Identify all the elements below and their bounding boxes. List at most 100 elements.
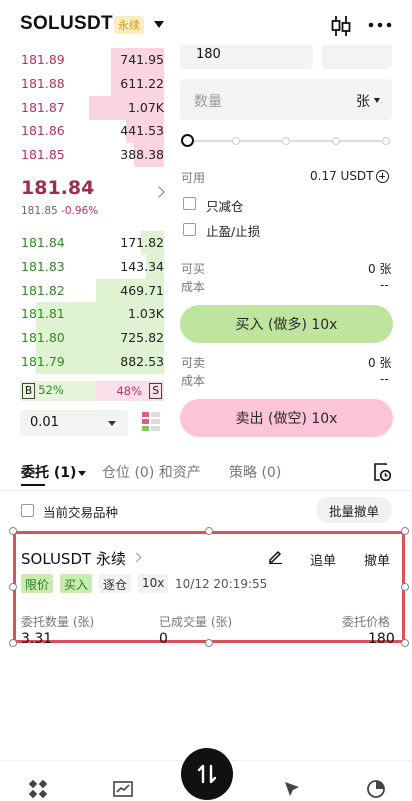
reduce-only-checkbox[interactable] bbox=[183, 197, 196, 210]
bid-row[interactable]: 181.79 882.53 bbox=[0, 350, 176, 374]
slider-tick[interactable] bbox=[382, 137, 390, 145]
bid-row[interactable]: 181.84 171.82 bbox=[0, 231, 176, 255]
cancel-all-button[interactable]: 批量撤单 bbox=[316, 497, 392, 523]
orderbook-layout-icon[interactable] bbox=[142, 412, 160, 432]
ask-price: 181.88 bbox=[21, 75, 65, 91]
quantity-input[interactable]: 数量 张 bbox=[180, 79, 392, 120]
bid-row[interactable]: 181.81 1.03K bbox=[0, 302, 176, 327]
ask-price: 181.86 bbox=[21, 123, 65, 139]
ask-row[interactable]: 181.85 388.38 bbox=[0, 143, 176, 168]
mark-price-value: 181.85 bbox=[21, 205, 58, 217]
slider-tick[interactable] bbox=[332, 137, 340, 145]
tab-strategies[interactable]: 策略 (0) bbox=[229, 462, 281, 482]
order-qty-label: 委托数量 (张) bbox=[21, 615, 95, 629]
order-type-tag: 限价 bbox=[21, 574, 54, 593]
cost-sell-label: 成本 bbox=[181, 374, 206, 388]
bid-row[interactable]: 181.83 143.34 bbox=[0, 254, 176, 279]
ask-row[interactable]: 181.89 741.95 bbox=[0, 48, 176, 72]
more-icon[interactable] bbox=[368, 22, 392, 28]
chart-icon[interactable] bbox=[113, 779, 133, 799]
bid-qty: 882.53 bbox=[120, 354, 164, 369]
bid-price: 181.82 bbox=[21, 282, 65, 298]
can-buy-label: 可买 bbox=[181, 262, 206, 276]
caret-down-icon bbox=[78, 470, 87, 476]
price-input[interactable]: 180 bbox=[180, 45, 313, 69]
available-label: 可用 bbox=[181, 171, 206, 185]
compass-icon[interactable] bbox=[282, 779, 302, 799]
bid-qty: 1.03K bbox=[127, 306, 164, 322]
order-history-icon[interactable] bbox=[372, 462, 392, 482]
can-buy-value: 0 张 bbox=[368, 262, 392, 276]
bid-qty: 171.82 bbox=[120, 235, 164, 250]
filled-qty-label: 已成交量 (张) bbox=[159, 615, 233, 629]
selection-handle bbox=[205, 527, 213, 535]
sell-tag: S bbox=[149, 383, 162, 399]
sell-short-button[interactable]: 卖出 (做空) 10x bbox=[180, 399, 393, 437]
current-symbol-checkbox[interactable] bbox=[21, 504, 34, 517]
filled-qty-value: 0 bbox=[159, 631, 168, 647]
selection-handle bbox=[401, 639, 409, 647]
symbol-title[interactable]: SOLUSDT bbox=[20, 13, 113, 35]
tab-active-indicator bbox=[21, 484, 45, 486]
transfer-plus-icon[interactable] bbox=[376, 170, 389, 183]
order-time: 10/12 20:19:55 bbox=[175, 577, 268, 591]
order-price-label: 委托价格 bbox=[342, 615, 391, 629]
ask-qty: 388.38 bbox=[120, 147, 164, 163]
mark-price: 181.85 -0.96% bbox=[21, 205, 98, 217]
reduce-only-label: 只减仓 bbox=[206, 199, 244, 214]
trade-button[interactable] bbox=[181, 748, 233, 800]
ask-qty: 741.95 bbox=[120, 52, 164, 67]
slider-tick[interactable] bbox=[232, 137, 240, 145]
available-value: 0.17 USDT bbox=[310, 169, 374, 183]
tab-orders[interactable]: 委托 (1) bbox=[21, 462, 87, 482]
tp-sl-checkbox[interactable] bbox=[183, 223, 196, 236]
slider-tick[interactable] bbox=[282, 137, 290, 145]
tp-sl-label: 止盈/止损 bbox=[206, 224, 261, 239]
current-symbol-label: 当前交易品种 bbox=[43, 505, 119, 520]
contract-type-badge: 永续 bbox=[114, 16, 144, 34]
bid-row[interactable]: 181.80 725.82 bbox=[0, 326, 176, 351]
ask-row[interactable]: 181.87 1.07K bbox=[0, 95, 176, 120]
chevron-right-icon[interactable] bbox=[153, 186, 165, 198]
tab-positions[interactable]: 仓位 (0) 和资产 bbox=[102, 462, 201, 482]
bid-price: 181.83 bbox=[21, 258, 65, 274]
ask-qty: 611.22 bbox=[120, 75, 164, 91]
ask-price: 181.89 bbox=[21, 52, 65, 67]
order-side-tag: 买入 bbox=[60, 574, 93, 593]
pie-chart-icon[interactable] bbox=[366, 779, 386, 799]
precision-value: 0.01 bbox=[30, 415, 59, 430]
bid-price: 181.79 bbox=[21, 354, 65, 369]
cost-sell-value: -- bbox=[380, 372, 389, 386]
selection-handle bbox=[401, 527, 409, 535]
margin-mode-tag: 逐仓 bbox=[99, 574, 132, 593]
order-symbol[interactable]: SOLUSDT 永续 bbox=[21, 548, 126, 569]
ask-qty: 441.53 bbox=[120, 123, 164, 139]
candlestick-chart-icon[interactable] bbox=[330, 15, 352, 37]
price-type-input[interactable] bbox=[322, 45, 392, 69]
bid-price: 181.80 bbox=[21, 330, 65, 346]
slider-handle[interactable] bbox=[181, 134, 194, 147]
ask-row[interactable]: 181.86 441.53 bbox=[0, 119, 176, 144]
tab-orders-label: 委托 (1) bbox=[21, 465, 77, 481]
quantity-unit[interactable]: 张 bbox=[356, 91, 370, 111]
chevron-down-icon[interactable] bbox=[154, 21, 164, 28]
order-price-value: 180 bbox=[368, 631, 395, 647]
sell-ratio: 48% bbox=[116, 384, 142, 398]
selection-handle bbox=[9, 583, 17, 591]
can-sell-value: 0 张 bbox=[368, 356, 392, 370]
bid-price: 181.81 bbox=[21, 306, 65, 322]
bid-price: 181.84 bbox=[21, 235, 65, 250]
cost-buy-label: 成本 bbox=[181, 280, 206, 294]
cancel-order-button[interactable]: 撤单 bbox=[364, 550, 390, 569]
edit-icon[interactable] bbox=[268, 549, 283, 564]
selection-handle bbox=[9, 639, 17, 647]
grid-icon[interactable] bbox=[28, 779, 48, 799]
can-sell-label: 可卖 bbox=[181, 356, 206, 370]
chase-order-button[interactable]: 追单 bbox=[310, 550, 336, 569]
top-bar: SOLUSDT 永续 bbox=[0, 0, 412, 50]
ask-row[interactable]: 181.88 611.22 bbox=[0, 71, 176, 96]
buy-long-button[interactable]: 买入 (做多) 10x bbox=[180, 305, 393, 343]
bid-row[interactable]: 181.82 469.71 bbox=[0, 278, 176, 303]
precision-select[interactable]: 0.01 bbox=[20, 410, 128, 436]
buy-ratio: 52% bbox=[38, 383, 64, 397]
